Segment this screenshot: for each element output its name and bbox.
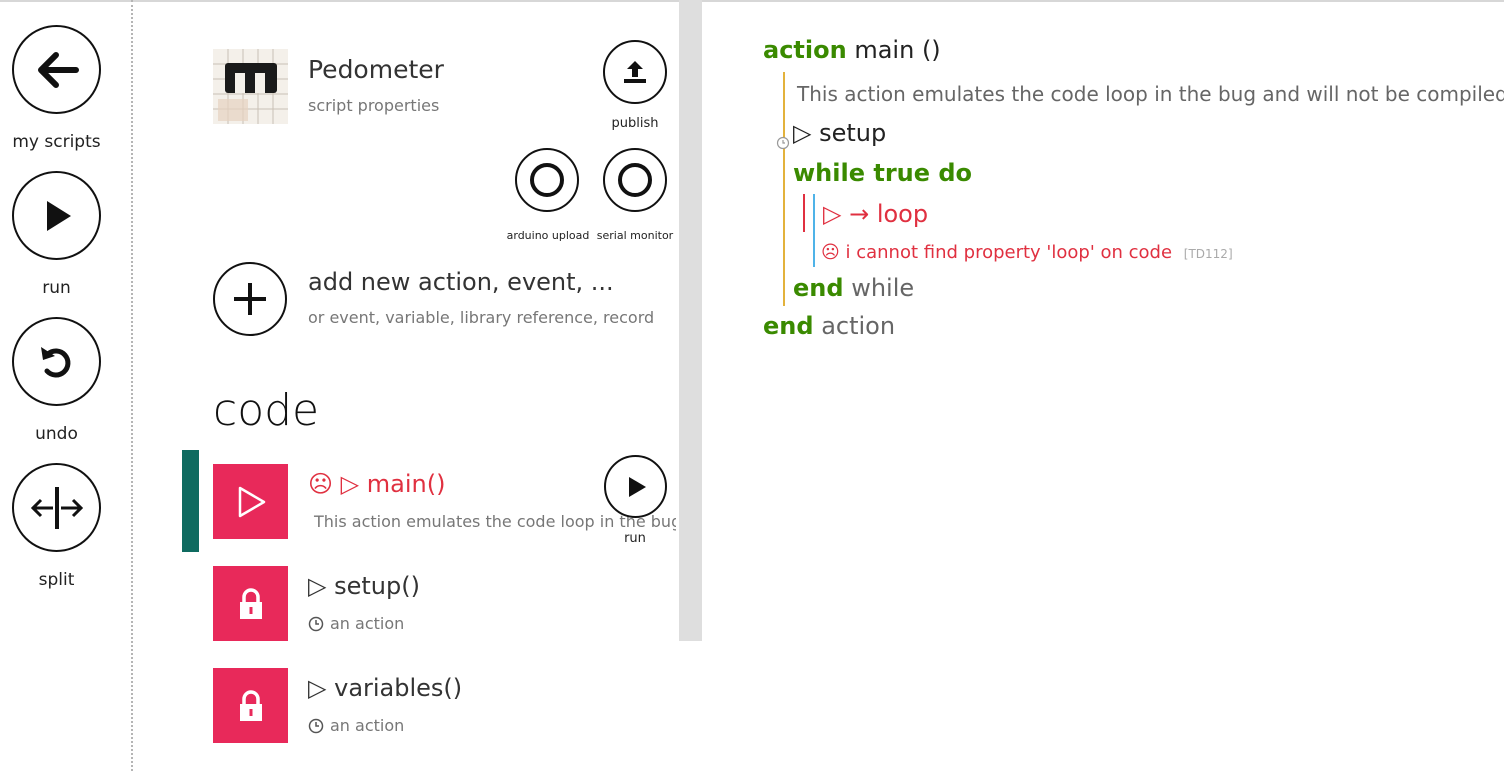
action-signature: main () — [854, 36, 941, 64]
play-icon — [46, 200, 71, 231]
play-icon — [628, 476, 646, 497]
action-header-line[interactable]: action main () — [763, 36, 941, 64]
my-scripts-label: my scripts — [12, 132, 101, 152]
code-editor[interactable]: action main () This action emulates the … — [702, 2, 1504, 771]
end-while-text: while — [851, 274, 915, 302]
action-variables-name[interactable]: ▷ variables() — [308, 674, 462, 702]
breakpoint-clock-icon[interactable] — [776, 136, 790, 150]
undo-button[interactable] — [12, 317, 101, 406]
end-keyword: end — [763, 312, 814, 340]
while-line[interactable]: while true do — [793, 159, 972, 187]
action-list: ☹ ▷ main() This action emulates the code… — [134, 0, 679, 771]
undo-label: undo — [35, 424, 78, 444]
action-setup-desc: an action — [308, 614, 404, 633]
action-keyword: action — [763, 36, 847, 64]
error-marker-bar — [803, 194, 805, 232]
run-toolbar-button[interactable] — [12, 171, 101, 260]
lock-icon — [239, 689, 262, 721]
comment-line[interactable]: This action emulates the code loop in th… — [797, 82, 1504, 106]
action-variables-desc: an action — [308, 716, 404, 735]
split-button[interactable] — [12, 463, 101, 552]
clock-icon — [308, 718, 324, 733]
error-message-line: ☹ i cannot find property 'loop' on code … — [821, 242, 1233, 263]
action-tile-setup[interactable] — [213, 566, 288, 641]
action-variables-desc-text: an action — [330, 716, 405, 735]
setup-call-line[interactable]: ▷ setup — [793, 119, 886, 147]
play-prefix: ▷ — [308, 674, 327, 702]
error-message: ☹ i cannot find property 'loop' on code — [821, 242, 1173, 263]
run-label: run — [42, 278, 71, 298]
toolbar-divider — [131, 0, 133, 771]
action-setup-desc-text: an action — [330, 614, 405, 633]
action-body-bar — [783, 72, 785, 306]
left-toolbar: my scripts run undo split — [0, 0, 131, 771]
run-action-button[interactable] — [604, 455, 667, 518]
play-prefix: ▷ — [308, 572, 327, 600]
split-icon — [30, 486, 83, 529]
lock-icon — [239, 587, 262, 619]
selection-indicator — [182, 450, 199, 552]
clock-icon — [308, 616, 324, 631]
error-play-prefix: ☹ ▷ — [308, 470, 360, 498]
error-code: [TD112] — [1183, 247, 1233, 261]
split-label: split — [38, 570, 75, 590]
end-action-line[interactable]: end action — [763, 312, 895, 340]
loop-call-line[interactable]: ▷ → loop — [823, 200, 928, 228]
action-tile-variables[interactable] — [213, 668, 288, 743]
end-keyword: end — [793, 274, 844, 302]
action-tile-main[interactable] — [213, 464, 288, 539]
run-action-label: run — [624, 531, 646, 546]
back-button[interactable] — [12, 25, 101, 114]
while-body-bar — [813, 194, 815, 267]
play-outline-icon — [238, 486, 265, 517]
end-action-text: action — [821, 312, 896, 340]
action-main-name[interactable]: ☹ ▷ main() — [308, 470, 445, 498]
end-while-line[interactable]: end while — [793, 274, 914, 302]
undo-icon — [40, 346, 70, 377]
action-main-label: main() — [366, 470, 446, 498]
panel-scrollbar[interactable] — [679, 0, 702, 641]
action-variables-label: variables() — [334, 674, 463, 702]
arrow-left-icon — [37, 51, 79, 88]
action-setup-label: setup() — [334, 572, 420, 600]
action-setup-name[interactable]: ▷ setup() — [308, 572, 420, 600]
